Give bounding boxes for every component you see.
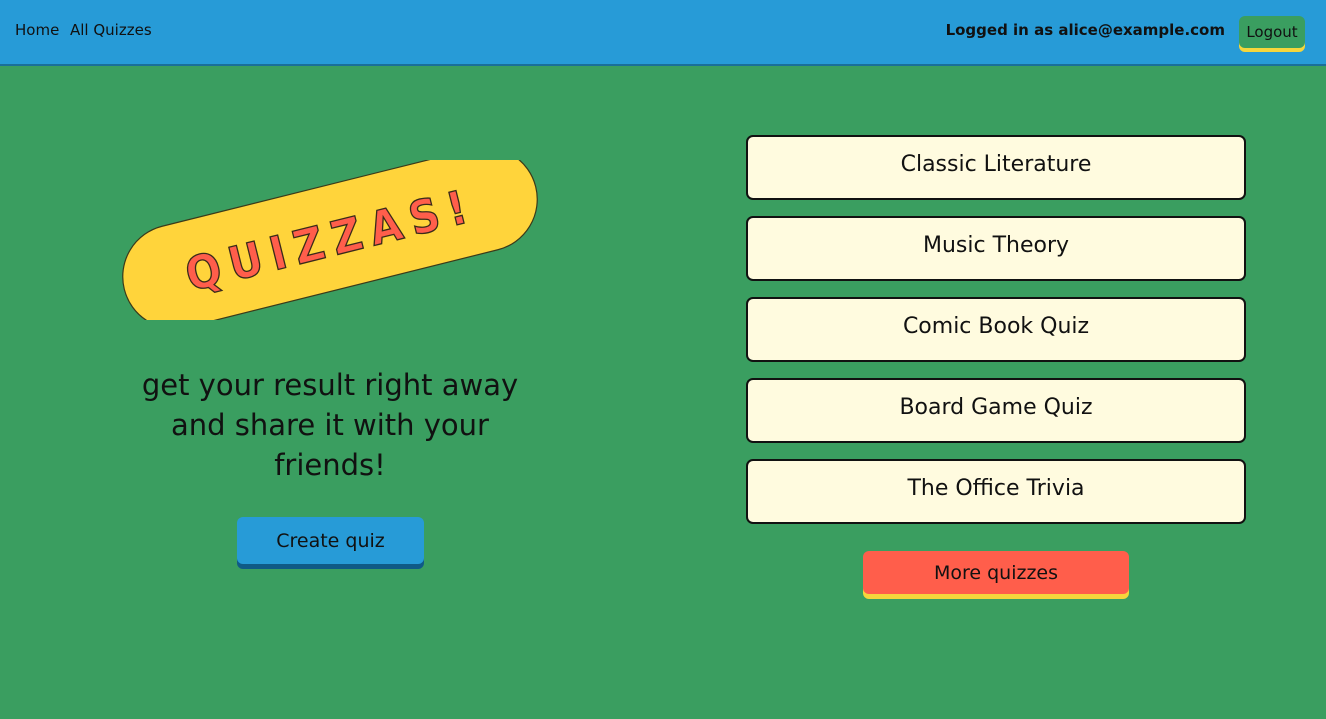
quiz-card-office-trivia[interactable]: The Office Trivia (746, 459, 1246, 524)
quizzas-logo: QUIZZAS! (118, 146, 544, 330)
logged-in-user-text: Logged in as alice@example.com (945, 21, 1225, 39)
nav-home-link[interactable]: Home (15, 21, 59, 39)
hero-subtitle: get your result right away and share it … (141, 368, 519, 482)
quiz-list: Classic Literature Music Theory Comic Bo… (746, 135, 1246, 540)
logout-button[interactable]: Logout (1239, 16, 1305, 48)
quiz-card-music-theory[interactable]: Music Theory (746, 216, 1246, 281)
more-quizzes-button[interactable]: More quizzes (863, 551, 1129, 594)
top-navbar: Home All Quizzes Logged in as alice@exam… (0, 0, 1326, 66)
nav-all-quizzes-link[interactable]: All Quizzes (70, 21, 152, 39)
create-quiz-button[interactable]: Create quiz (237, 517, 424, 564)
quiz-card-classic-literature[interactable]: Classic Literature (746, 135, 1246, 200)
quiz-card-comic-book[interactable]: Comic Book Quiz (746, 297, 1246, 362)
quizzas-logo-graphic: QUIZZAS! (122, 146, 538, 330)
quiz-card-board-game[interactable]: Board Game Quiz (746, 378, 1246, 443)
